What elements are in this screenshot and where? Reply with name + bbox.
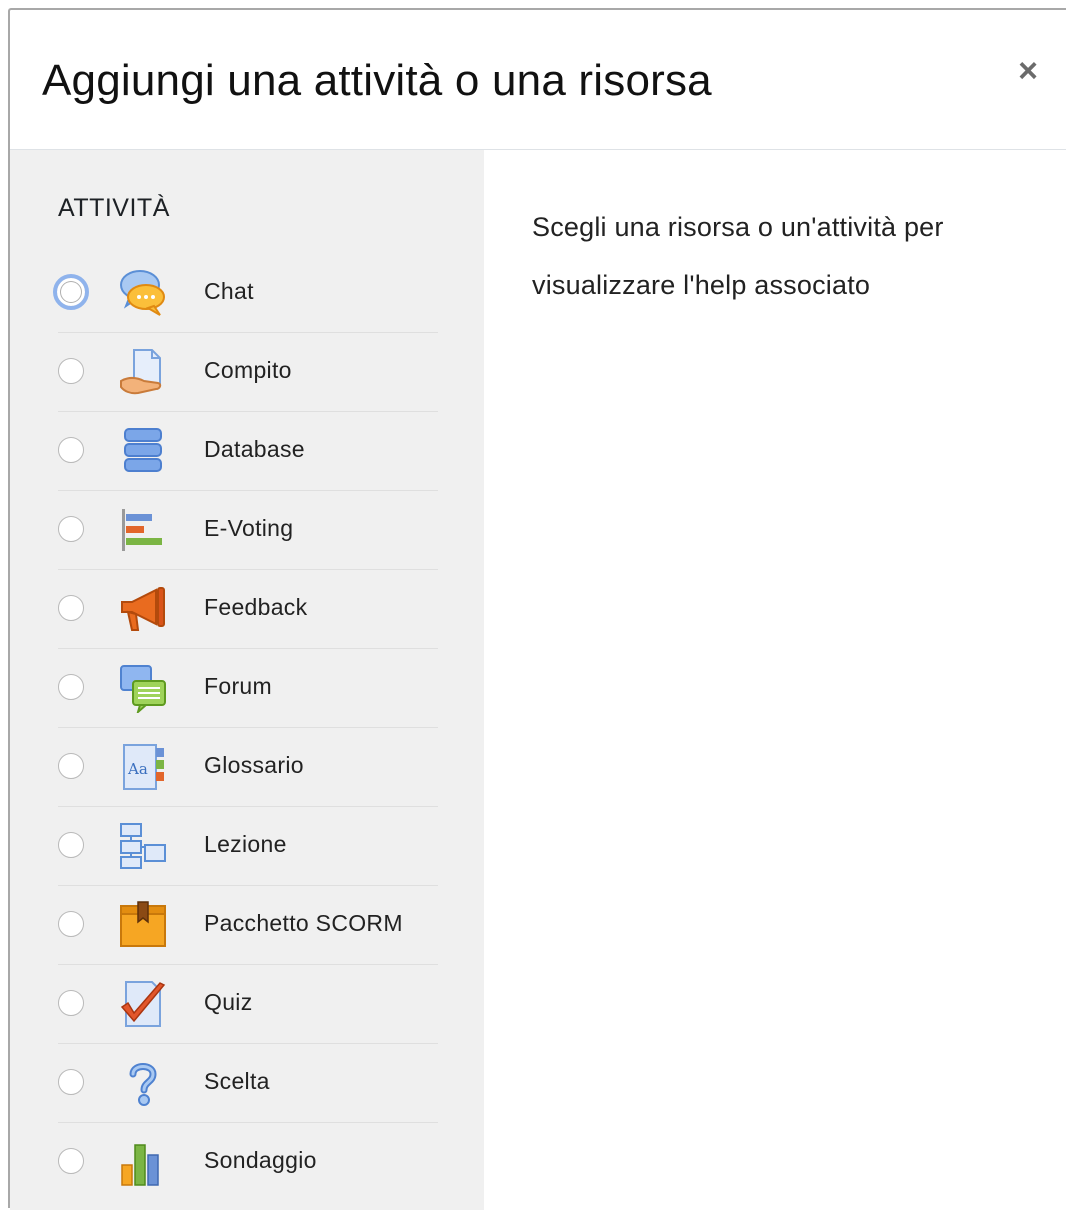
help-panel: Scegli una risorsa o un'attività per vis…	[484, 150, 1066, 1208]
scorm-package-icon	[118, 900, 168, 950]
option-glossario[interactable]: Aa Glossario	[58, 728, 438, 807]
glossary-icon: Aa	[118, 742, 168, 792]
option-sondaggio[interactable]: Sondaggio	[58, 1123, 438, 1202]
database-icon	[118, 426, 168, 476]
option-label: Pacchetto SCORM	[204, 910, 403, 936]
question-mark-icon	[118, 1058, 168, 1108]
close-icon[interactable]: ×	[1013, 54, 1043, 88]
option-label: E-Voting	[204, 515, 294, 541]
option-label: Chat	[204, 278, 254, 304]
chat-icon	[118, 268, 168, 318]
option-label: Scelta	[204, 1068, 270, 1094]
help-text: Scegli una risorsa o un'attività per vis…	[532, 212, 944, 300]
option-scelta[interactable]: Scelta	[58, 1044, 438, 1123]
option-compito[interactable]: Compito	[58, 333, 438, 412]
radio-button[interactable]	[58, 516, 84, 542]
option-evoting[interactable]: E-Voting	[58, 491, 438, 570]
option-label: Compito	[204, 357, 292, 383]
bar-chart-icon	[118, 1137, 168, 1187]
radio-button[interactable]	[58, 595, 84, 621]
radio-button[interactable]	[58, 832, 84, 858]
dialog-title: Aggiungi una attività o una risorsa	[42, 56, 712, 105]
dialog-header: Aggiungi una attività o una risorsa ×	[10, 10, 1066, 150]
option-feedback[interactable]: Feedback	[58, 570, 438, 649]
option-label: Sondaggio	[204, 1147, 317, 1173]
option-forum[interactable]: Forum	[58, 649, 438, 728]
radio-button[interactable]	[53, 274, 89, 310]
megaphone-icon	[118, 584, 168, 634]
option-label: Forum	[204, 673, 272, 699]
forum-icon	[118, 663, 168, 713]
lesson-icon	[118, 821, 168, 871]
options-panel: ATTIVITÀ Chat Compito Database E-Voting …	[10, 150, 484, 1210]
activity-chooser-dialog: Aggiungi una attività o una risorsa × AT…	[8, 8, 1066, 1210]
option-quiz[interactable]: Quiz	[58, 965, 438, 1044]
option-database[interactable]: Database	[58, 412, 438, 491]
section-title: ATTIVITÀ	[58, 194, 170, 222]
radio-button[interactable]	[58, 990, 84, 1016]
evoting-icon	[118, 505, 168, 555]
option-label: Glossario	[204, 752, 304, 778]
radio-button[interactable]	[58, 753, 84, 779]
radio-button[interactable]	[58, 1069, 84, 1095]
option-label: Lezione	[204, 831, 287, 857]
radio-button[interactable]	[58, 1148, 84, 1174]
option-label: Quiz	[204, 989, 253, 1015]
quiz-icon	[118, 979, 168, 1029]
option-label: Database	[204, 436, 305, 462]
radio-button[interactable]	[58, 911, 84, 937]
radio-button[interactable]	[58, 358, 84, 384]
assignment-icon	[118, 347, 168, 397]
radio-button[interactable]	[58, 674, 84, 700]
activity-list: Chat Compito Database E-Voting Feedback …	[53, 254, 438, 1202]
option-label: Feedback	[204, 594, 308, 620]
radio-button[interactable]	[58, 437, 84, 463]
option-chat[interactable]: Chat	[53, 254, 438, 333]
option-scorm[interactable]: Pacchetto SCORM	[58, 886, 438, 965]
svg-text:Aa: Aa	[127, 760, 148, 778]
option-lezione[interactable]: Lezione	[58, 807, 438, 886]
